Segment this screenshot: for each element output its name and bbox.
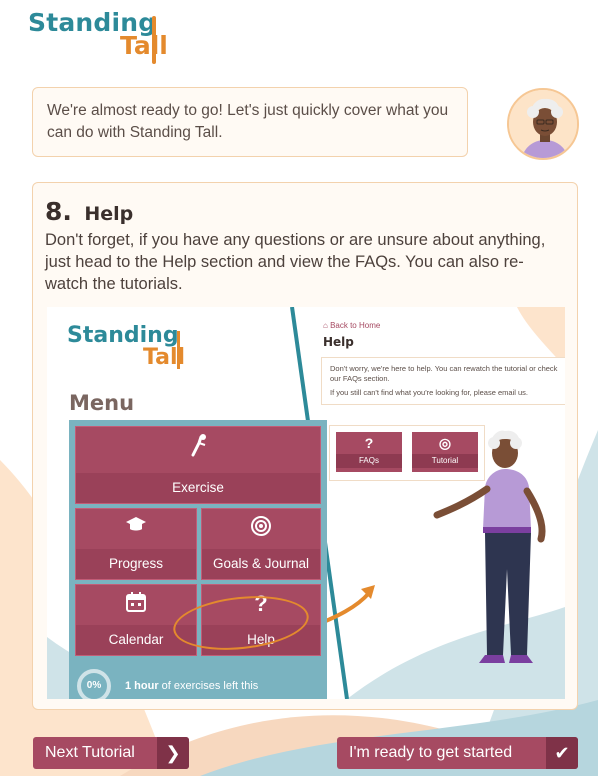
preview-progress-row: 0% 1 hour of exercises left this bbox=[77, 669, 258, 699]
preview-help-screen: ⌂ Back to Home Help Don't worry, we're h… bbox=[303, 307, 565, 699]
next-tutorial-button[interactable]: Next Tutorial ❯ bbox=[33, 737, 189, 769]
progress-percent: 0% bbox=[77, 669, 111, 699]
help-screen-message: Don't worry, we're here to help. You can… bbox=[321, 357, 565, 405]
step-description: Don't forget, if you have any questions … bbox=[45, 231, 546, 293]
logo-bar bbox=[152, 16, 156, 64]
help-screen-title: Help bbox=[323, 335, 354, 349]
help-preview-image: Standing Tall Menu Exercise Progress Goa… bbox=[47, 307, 565, 699]
preview-menu-title: Menu bbox=[69, 391, 135, 415]
back-to-home-link[interactable]: ⌂ Back to Home bbox=[323, 321, 380, 330]
faqs-label: FAQs bbox=[336, 454, 402, 468]
tutorial-card: 8. Help Don't forget, if you have any qu… bbox=[32, 182, 578, 710]
help-text-line-1: Don't worry, we're here to help. You can… bbox=[330, 364, 558, 383]
intro-message: We're almost ready to go! Let's just qui… bbox=[32, 87, 468, 157]
exercise-label: Exercise bbox=[76, 473, 320, 503]
guide-avatar bbox=[507, 88, 579, 160]
logo-line-2: Tall bbox=[120, 31, 168, 60]
step-title: Help bbox=[84, 203, 134, 225]
chevron-right-icon: ❯ bbox=[157, 737, 189, 769]
step-number: 8. bbox=[45, 197, 72, 226]
step-heading: 8. Help bbox=[45, 197, 133, 226]
preview-menu-panel: Exercise Progress Goals & Journal Calend… bbox=[69, 420, 327, 699]
back-link-label: Back to Home bbox=[330, 321, 381, 330]
tutorial-target-icon: ◎ bbox=[438, 435, 452, 451]
faqs-button[interactable]: ? FAQs bbox=[336, 432, 402, 472]
faq-question-icon: ? bbox=[364, 435, 374, 451]
exercise-icon bbox=[76, 433, 320, 463]
help-text-line-2: If you still can't find what you're look… bbox=[330, 388, 528, 397]
preview-logo-bar bbox=[177, 331, 180, 369]
progress-label: Progress bbox=[76, 549, 196, 579]
progress-hours: 1 hour bbox=[125, 679, 159, 692]
graduation-cap-icon bbox=[76, 515, 196, 541]
get-started-button[interactable]: I'm ready to get started ✔ bbox=[337, 737, 578, 769]
tutorial-label: Tutorial bbox=[412, 454, 478, 468]
calendar-icon bbox=[76, 591, 196, 619]
app-logo: Standing Tall bbox=[28, 10, 168, 64]
get-started-label: I'm ready to get started bbox=[349, 744, 513, 761]
help-options: ? FAQs ◎ Tutorial bbox=[329, 425, 485, 481]
checkmark-icon: ✔ bbox=[546, 737, 578, 769]
progress-text: of exercises left this bbox=[158, 679, 259, 692]
progress-tile[interactable]: Progress bbox=[75, 508, 197, 580]
next-tutorial-label: Next Tutorial bbox=[45, 744, 135, 761]
exercise-tile[interactable]: Exercise bbox=[75, 426, 321, 504]
preview-logo: Standing Tall bbox=[67, 325, 185, 369]
preview-logo-line-1: Standing bbox=[67, 323, 179, 348]
home-icon: ⌂ bbox=[323, 321, 331, 330]
tutorial-button[interactable]: ◎ Tutorial bbox=[412, 432, 478, 472]
